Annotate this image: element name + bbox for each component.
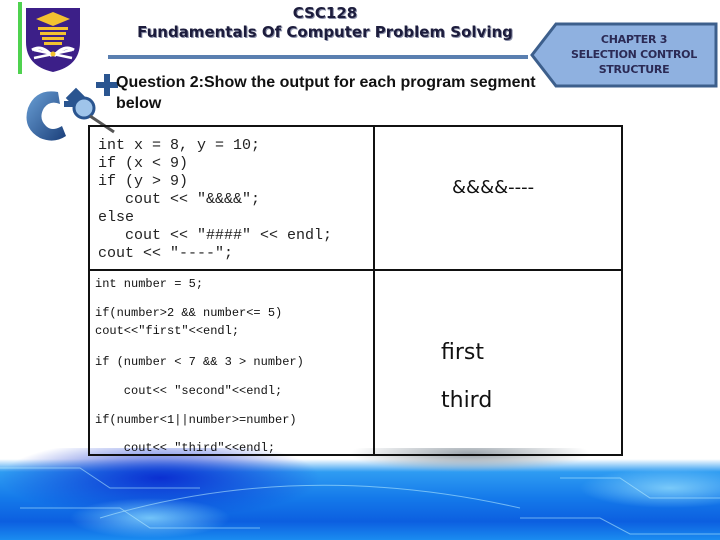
code-line: cout << "&&&&"; — [98, 191, 261, 208]
question-text: Question 2:Show the output for each prog… — [116, 74, 536, 112]
code-line: if (number < 7 && 3 > number) — [95, 355, 304, 369]
chapter-tag: CHAPTER 3 SELECTION CONTROL STRUCTURE — [530, 20, 720, 90]
code-segment-2: int number = 5; if(number>2 && number<= … — [95, 277, 304, 455]
output-line: &&&&---- — [452, 177, 535, 198]
code-segment-1: int x = 8, y = 10; if (x < 9) if (y > 9) c… — [98, 137, 332, 263]
table-row-divider — [90, 269, 621, 271]
code-line: if (x < 9) — [98, 155, 189, 172]
course-title: Fundamentals Of Computer Problem Solving — [137, 23, 513, 41]
code-line: cout<< "second"<<endl; — [95, 384, 283, 398]
output-line: first — [441, 340, 484, 365]
code-line: if(number<1||number>=number) — [95, 413, 297, 427]
code-line: cout << "####" << endl; — [98, 227, 333, 244]
code-line: cout << "----"; — [98, 245, 234, 262]
output-line: third — [441, 388, 493, 413]
output-segment-2: first third — [441, 329, 492, 425]
code-line: int number = 5; — [95, 277, 204, 291]
answer-table: int x = 8, y = 10; if (x < 9) if (y > 9) c… — [88, 125, 623, 456]
code-line: if(number>2 && number<= 5) — [95, 306, 283, 320]
output-segment-1: &&&&---- — [452, 177, 534, 198]
circuit-lines-decoration — [0, 467, 720, 535]
slide-title: CSC128 Fundamentals Of Computer Problem … — [110, 4, 540, 42]
chapter-title-line2: STRUCTURE — [598, 63, 670, 76]
code-line: cout<< "third"<<endl; — [95, 441, 276, 455]
table-column-divider — [373, 127, 375, 454]
code-line: if (y > 9) — [98, 173, 189, 190]
code-line: else — [98, 209, 135, 226]
code-line: int x = 8, y = 10; — [98, 137, 261, 154]
title-underline — [108, 55, 528, 59]
chapter-title-line1: SELECTION CONTROL — [571, 48, 697, 61]
footer-wave-decoration — [0, 448, 720, 540]
code-line: cout<<"first"<<endl; — [95, 324, 240, 338]
course-code: CSC128 — [292, 4, 358, 22]
chapter-number: CHAPTER 3 — [600, 33, 668, 46]
